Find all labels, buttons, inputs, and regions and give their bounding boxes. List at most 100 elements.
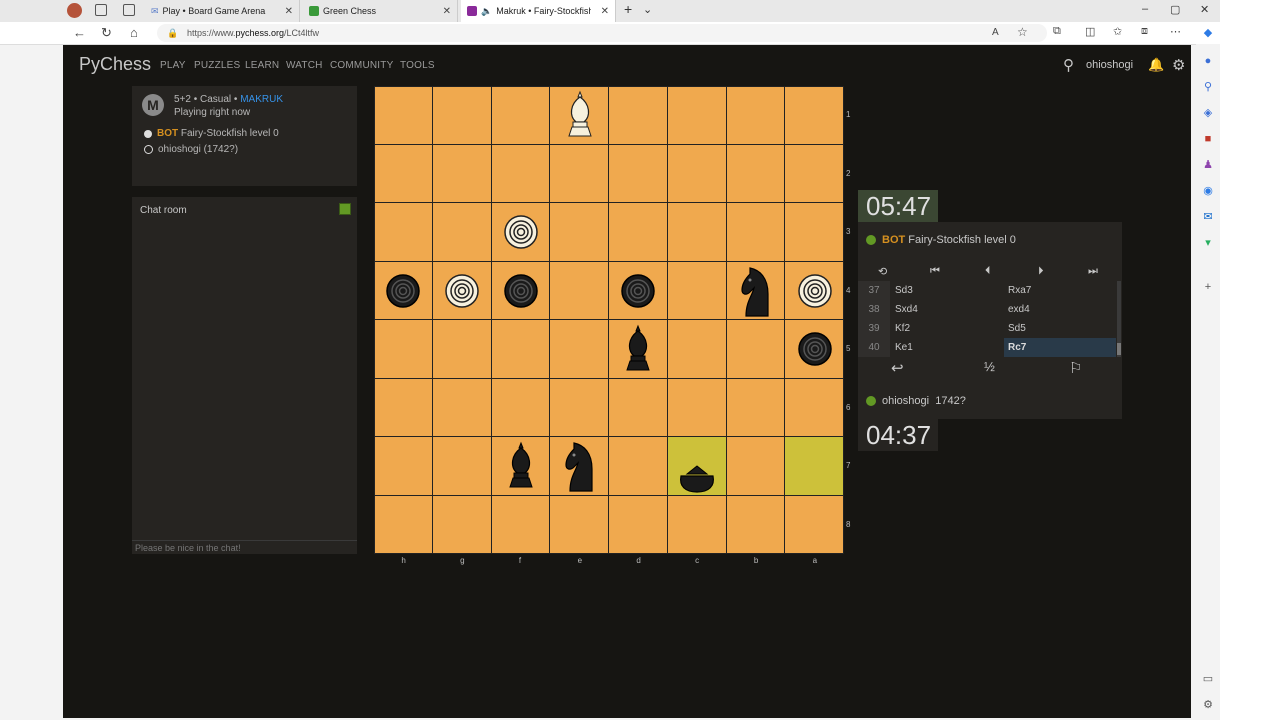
square-d6[interactable]: [609, 378, 668, 437]
white-khon-piece-e1[interactable]: [550, 86, 609, 145]
square-e3[interactable]: [550, 203, 609, 262]
move-black[interactable]: Rxa7: [1004, 281, 1116, 300]
username-link[interactable]: ohioshogi: [1086, 59, 1133, 71]
square-e5[interactable]: [550, 320, 609, 379]
first-move-icon[interactable]: ⏮: [930, 265, 940, 278]
square-c2[interactable]: [667, 144, 727, 203]
square-a8[interactable]: [785, 495, 844, 554]
move-list-scrollbar[interactable]: [1117, 281, 1121, 357]
copilot-icon[interactable]: ◆: [1201, 26, 1215, 40]
square-b5[interactable]: [726, 320, 786, 379]
nav-community[interactable]: COMMUNITY: [330, 60, 393, 71]
square-e2[interactable]: [550, 144, 609, 203]
square-a3[interactable]: [785, 203, 844, 262]
black-player-name[interactable]: ohioshogi (1742?): [158, 144, 238, 155]
top-player-name[interactable]: Fairy-Stockfish level 0: [908, 234, 1016, 246]
bell-icon[interactable]: ●: [1201, 54, 1215, 68]
chat-input[interactable]: [132, 540, 357, 554]
hide-sidebar-icon[interactable]: ▭: [1201, 672, 1215, 686]
move-white[interactable]: Sxd4: [895, 300, 918, 319]
tab-actions-icon[interactable]: [123, 4, 135, 16]
square-h7[interactable]: [374, 437, 433, 496]
square-g6[interactable]: [432, 378, 492, 437]
nav-play[interactable]: PLAY: [160, 60, 186, 71]
move-black[interactable]: Sd5: [1004, 319, 1116, 338]
tab-list-chevron-icon[interactable]: ⌄: [643, 3, 652, 16]
read-aloud-icon[interactable]: A: [992, 27, 999, 38]
nav-watch[interactable]: WATCH: [286, 60, 323, 71]
nav-learn[interactable]: LEARN: [245, 60, 279, 71]
black-met-piece-f4[interactable]: [492, 262, 551, 321]
settings-gear-icon[interactable]: ⚙: [1201, 698, 1215, 712]
back-arrow-icon[interactable]: ←: [73, 25, 86, 40]
site-logo[interactable]: PyChess: [79, 54, 151, 75]
square-f1[interactable]: [491, 86, 551, 145]
last-move-icon[interactable]: ⏭: [1088, 265, 1098, 278]
drop-icon[interactable]: ▾: [1201, 236, 1215, 250]
square-h2[interactable]: [374, 144, 433, 203]
square-b2[interactable]: [726, 144, 786, 203]
square-g5[interactable]: [432, 320, 492, 379]
black-horse-piece-e7[interactable]: [550, 437, 609, 496]
tools-icon[interactable]: ■: [1201, 132, 1215, 146]
offer-draw-button[interactable]: ½: [984, 359, 995, 374]
square-c3[interactable]: [667, 203, 727, 262]
square-c8[interactable]: [667, 495, 727, 554]
move-black-current[interactable]: Rc7: [1004, 338, 1116, 357]
bottom-player-name[interactable]: ohioshogi: [882, 395, 929, 407]
split-screen-icon[interactable]: ◫: [1085, 25, 1095, 38]
black-met-piece-h4[interactable]: [374, 262, 433, 321]
square-h5[interactable]: [374, 320, 433, 379]
tab-board-game-arena[interactable]: ✉ Play • Board Game Arena ✕: [145, 0, 300, 22]
square-b7[interactable]: [726, 437, 786, 496]
prev-move-icon[interactable]: ⏴: [985, 265, 991, 278]
outlook-icon[interactable]: ✉: [1201, 210, 1215, 224]
takeback-icon[interactable]: ↩: [891, 359, 904, 377]
favorites-icon[interactable]: ✩: [1113, 25, 1122, 38]
square-c4[interactable]: [667, 261, 727, 320]
square-e4[interactable]: [550, 261, 609, 320]
square-b8[interactable]: [726, 495, 786, 554]
tab-pychess[interactable]: 🔈 Makruk • Fairy-Stockfish vs ✕: [461, 0, 616, 22]
square-g7[interactable]: [432, 437, 492, 496]
url-input[interactable]: 🔒 https://www.pychess.org/LCt4ltfw: [157, 24, 1047, 42]
move-black[interactable]: exd4: [1004, 300, 1116, 319]
square-h1[interactable]: [374, 86, 433, 145]
square-d7[interactable]: [609, 437, 668, 496]
shopping-tag-icon[interactable]: ◈: [1201, 106, 1215, 120]
favorite-star-icon[interactable]: ☆: [1017, 25, 1028, 39]
white-player-name[interactable]: Fairy-Stockfish level 0: [181, 128, 279, 139]
nav-tools[interactable]: TOOLS: [400, 60, 435, 71]
square-f5[interactable]: [491, 320, 551, 379]
nav-puzzles[interactable]: PUZZLES: [194, 60, 240, 71]
close-icon[interactable]: ✕: [285, 6, 293, 17]
speaker-icon[interactable]: 🔈: [481, 6, 492, 17]
search-icon[interactable]: ⚲: [1201, 80, 1215, 94]
close-icon[interactable]: ✕: [443, 6, 451, 17]
maximize-button[interactable]: ▢: [1170, 3, 1180, 16]
refresh-icon[interactable]: ↻: [101, 25, 112, 41]
black-khon-piece-f7[interactable]: [492, 437, 551, 496]
black-met-piece-d4[interactable]: [609, 262, 668, 321]
close-window-button[interactable]: ✕: [1200, 3, 1209, 16]
square-f6[interactable]: [491, 378, 551, 437]
new-tab-button[interactable]: +: [624, 1, 632, 17]
white-met-piece-g4[interactable]: [433, 262, 492, 321]
notification-bell-icon[interactable]: 🔔: [1148, 57, 1164, 73]
chat-toggle-checkbox[interactable]: [339, 203, 351, 215]
square-a2[interactable]: [785, 144, 844, 203]
square-h8[interactable]: [374, 495, 433, 554]
square-b6[interactable]: [726, 378, 786, 437]
extensions-icon[interactable]: ⧉: [1053, 25, 1061, 38]
more-menu-icon[interactable]: ⋯: [1170, 25, 1181, 38]
settings-gear-icon[interactable]: ⚙: [1172, 56, 1185, 74]
square-h3[interactable]: [374, 203, 433, 262]
square-g2[interactable]: [432, 144, 492, 203]
square-f2[interactable]: [491, 144, 551, 203]
black-khon-piece-d5[interactable]: [609, 320, 668, 379]
variant-link[interactable]: MAKRUK: [240, 94, 283, 105]
square-g3[interactable]: [432, 203, 492, 262]
move-white[interactable]: Kf2: [895, 319, 910, 338]
move-white[interactable]: Sd3: [895, 281, 913, 300]
square-f8[interactable]: [491, 495, 551, 554]
